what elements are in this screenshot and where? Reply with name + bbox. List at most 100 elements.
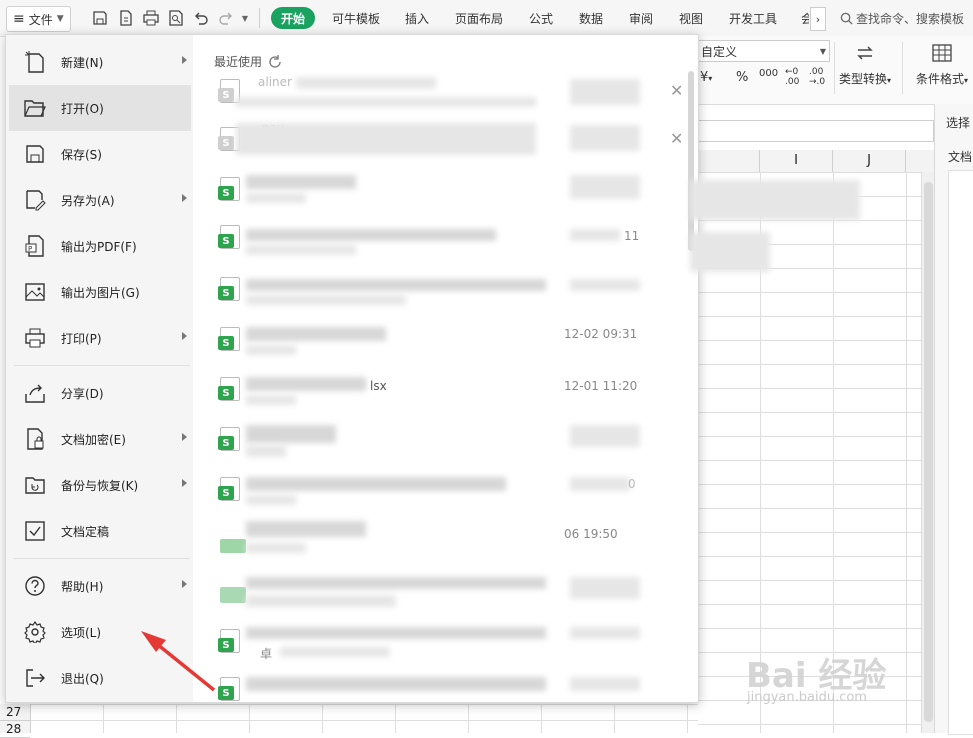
row-header[interactable]: 28 — [0, 721, 30, 738]
spreadsheet-file-icon: S — [218, 327, 240, 351]
menu-item-open[interactable]: 打开(O) — [9, 85, 191, 131]
percent-format-button[interactable]: % — [736, 70, 748, 85]
remove-recent-icon[interactable]: ✕ — [670, 129, 683, 148]
menu-item-encrypt[interactable]: 文档加密(E) — [9, 416, 191, 462]
tab-data[interactable]: 数据 — [579, 10, 603, 27]
submenu-arrow-icon — [182, 479, 187, 487]
redacted-text — [246, 677, 546, 691]
redacted-text — [246, 345, 296, 355]
print-icon — [22, 325, 48, 351]
column-header-row: I J K — [698, 150, 946, 173]
folder-open-icon — [22, 95, 48, 121]
tab-formulas[interactable]: 公式 — [529, 10, 553, 27]
redo-icon[interactable] — [216, 8, 236, 28]
undo-icon[interactable] — [191, 8, 211, 28]
menu-item-new[interactable]: 新建(N) — [9, 39, 191, 85]
tab-developer[interactable]: 开发工具 — [729, 10, 777, 27]
recent-file-row[interactable]: S — [196, 167, 686, 215]
convert-icon — [857, 46, 873, 60]
currency-format-button[interactable]: ¥▾ — [700, 70, 712, 85]
scrollbar-thumb[interactable] — [924, 182, 933, 722]
tabs-scroll-right-button[interactable]: › — [810, 7, 826, 31]
decrease-decimal-button[interactable]: .00 →.0 — [809, 67, 829, 87]
recent-file-row[interactable]: S — [196, 417, 686, 465]
increase-decimal-button[interactable]: ←0 .00 — [785, 67, 805, 87]
recent-file-row[interactable]: S pay ✕ — [196, 117, 686, 165]
submenu-arrow-icon — [182, 56, 187, 64]
recent-file-row[interactable]: S — [196, 267, 686, 315]
submenu-arrow-icon — [182, 580, 187, 588]
recent-file-row[interactable]: S lsx 12-01 11:20 — [196, 367, 686, 415]
spreadsheet-file-icon — [220, 527, 246, 553]
tab-page-layout[interactable]: 页面布局 — [455, 10, 503, 27]
column-header-i[interactable]: I — [760, 150, 833, 172]
row-header[interactable]: 27 — [0, 704, 30, 721]
menu-item-options[interactable]: 选项(L) — [9, 609, 191, 655]
menu-item-label: 输出为PDF(F) — [61, 239, 137, 254]
recent-file-row[interactable]: S — [196, 667, 686, 701]
menu-item-backup[interactable]: 备份与恢复(K) — [9, 462, 191, 508]
menu-item-label: 备份与恢复(K) — [61, 478, 139, 493]
lock-document-icon — [22, 426, 48, 452]
type-convert-label: 类型转换 — [838, 72, 887, 86]
refresh-icon[interactable] — [268, 54, 282, 69]
menu-item-label: 新建(N) — [61, 55, 104, 70]
vertical-scrollbar[interactable] — [921, 172, 935, 733]
type-convert-button[interactable]: 类型转换▾ — [831, 44, 899, 87]
increase-decimal-label: ←0 .00 — [785, 67, 800, 87]
menu-item-label: 打开(O) — [61, 101, 104, 116]
recent-file-row[interactable] — [196, 569, 686, 617]
menu-item-exit[interactable]: 退出(Q) — [9, 655, 191, 701]
remove-recent-icon[interactable]: ✕ — [670, 81, 683, 100]
cell-grid-bottom[interactable] — [30, 704, 698, 733]
menu-item-share[interactable]: 分享(D) — [9, 370, 191, 416]
number-format-select[interactable]: 自定义 ▼ — [698, 40, 830, 62]
column-header-j[interactable]: J — [833, 150, 906, 172]
recent-file-row[interactable]: 06 19:50 — [196, 517, 686, 565]
recent-file-row[interactable]: S 12-02 09:31 — [196, 317, 686, 365]
command-search[interactable]: 查找命令、搜索模板 — [840, 10, 964, 27]
tab-insert[interactable]: 插入 — [405, 10, 429, 27]
thousands-format-button[interactable]: 000 — [759, 68, 778, 79]
tab-templates[interactable]: 可牛模板 — [332, 10, 380, 27]
gear-icon — [22, 619, 48, 645]
tab-review[interactable]: 审阅 — [629, 10, 653, 27]
recent-file-time: 0 — [628, 477, 636, 491]
spreadsheet-file-icon — [220, 579, 246, 603]
quick-access-dropdown-icon[interactable]: ▼ — [238, 8, 252, 28]
export-pdf-icon[interactable] — [116, 8, 136, 28]
menu-item-save-as[interactable]: 另存为(A) — [9, 177, 191, 223]
tab-home[interactable]: 开始 — [271, 7, 315, 29]
save-icon[interactable] — [90, 8, 110, 28]
recent-file-row[interactable]: S 11 — [196, 215, 686, 263]
menu-item-finalize[interactable]: 文档定稿 — [9, 508, 191, 554]
file-menu-button[interactable]: ≡ 文件 ▼ — [6, 6, 71, 32]
save-icon — [22, 141, 48, 167]
search-placeholder: 查找命令、搜索模板 — [856, 12, 965, 26]
redacted-text — [570, 577, 640, 599]
menu-item-export-pdf[interactable]: P 输出为PDF(F) — [9, 223, 191, 269]
menu-item-help[interactable]: 帮助(H) — [9, 563, 191, 609]
column-header-partial[interactable] — [698, 150, 760, 172]
recent-file-row[interactable]: S 0 — [196, 467, 686, 515]
redacted-text — [570, 425, 640, 447]
recent-file-row[interactable]: S aliner ✕ — [196, 69, 686, 117]
ribbon-divider — [902, 42, 903, 94]
tab-view[interactable]: 视图 — [679, 10, 703, 27]
menu-item-print[interactable]: 打印(P) — [9, 315, 191, 361]
formula-bar[interactable] — [698, 120, 934, 142]
menu-item-export-image[interactable]: 输出为图片(G) — [9, 269, 191, 315]
print-icon[interactable] — [141, 8, 161, 28]
recent-file-time: 11 — [624, 229, 640, 243]
hamburger-icon: ≡ — [13, 11, 25, 27]
print-preview-icon[interactable] — [166, 8, 186, 28]
search-icon — [840, 12, 853, 25]
finalize-icon — [22, 518, 48, 544]
recent-list-scrollbar[interactable] — [688, 71, 694, 251]
redacted-text — [570, 677, 640, 691]
redacted-text — [236, 123, 536, 155]
tab-member[interactable]: 会 — [801, 10, 809, 27]
menu-item-save[interactable]: 保存(S) — [9, 131, 191, 177]
recent-file-row[interactable]: S 卓 — [196, 619, 686, 667]
conditional-format-button[interactable]: 条件格式▾ — [908, 44, 973, 87]
